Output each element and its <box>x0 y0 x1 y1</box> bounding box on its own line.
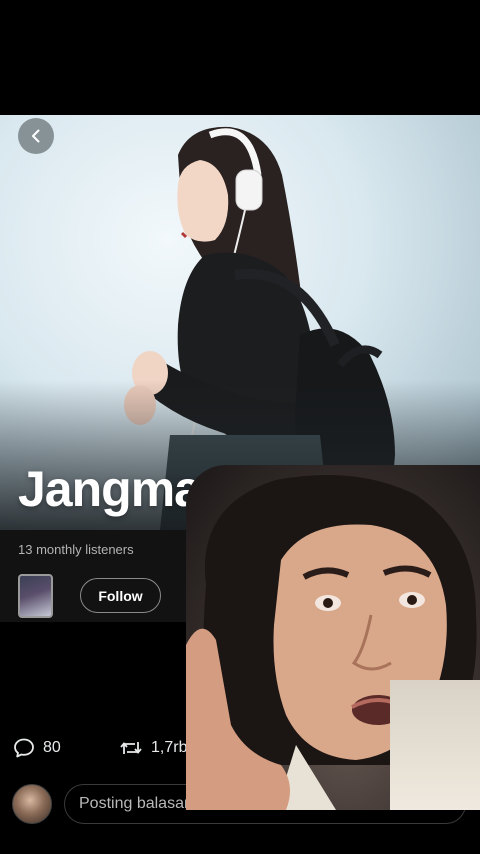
monthly-listeners: 13 monthly listeners <box>18 542 134 557</box>
repost-icon <box>120 742 142 754</box>
user-avatar[interactable] <box>12 784 52 824</box>
artist-name: Jangma <box>18 461 202 517</box>
album-cover-thumbnail[interactable] <box>18 574 53 618</box>
reply-count: 80 <box>43 739 61 756</box>
repost-action[interactable]: 1,7rb <box>118 736 187 760</box>
webcam-background <box>390 680 480 810</box>
chevron-left-icon <box>32 129 40 143</box>
top-black-bar <box>0 0 480 115</box>
reply-action[interactable]: 80 <box>12 736 61 760</box>
back-button[interactable] <box>18 118 54 154</box>
webcam-overlay <box>186 465 480 810</box>
comment-icon <box>14 738 34 758</box>
repost-count: 1,7rb <box>151 739 188 756</box>
follow-button[interactable]: Follow <box>80 578 161 613</box>
